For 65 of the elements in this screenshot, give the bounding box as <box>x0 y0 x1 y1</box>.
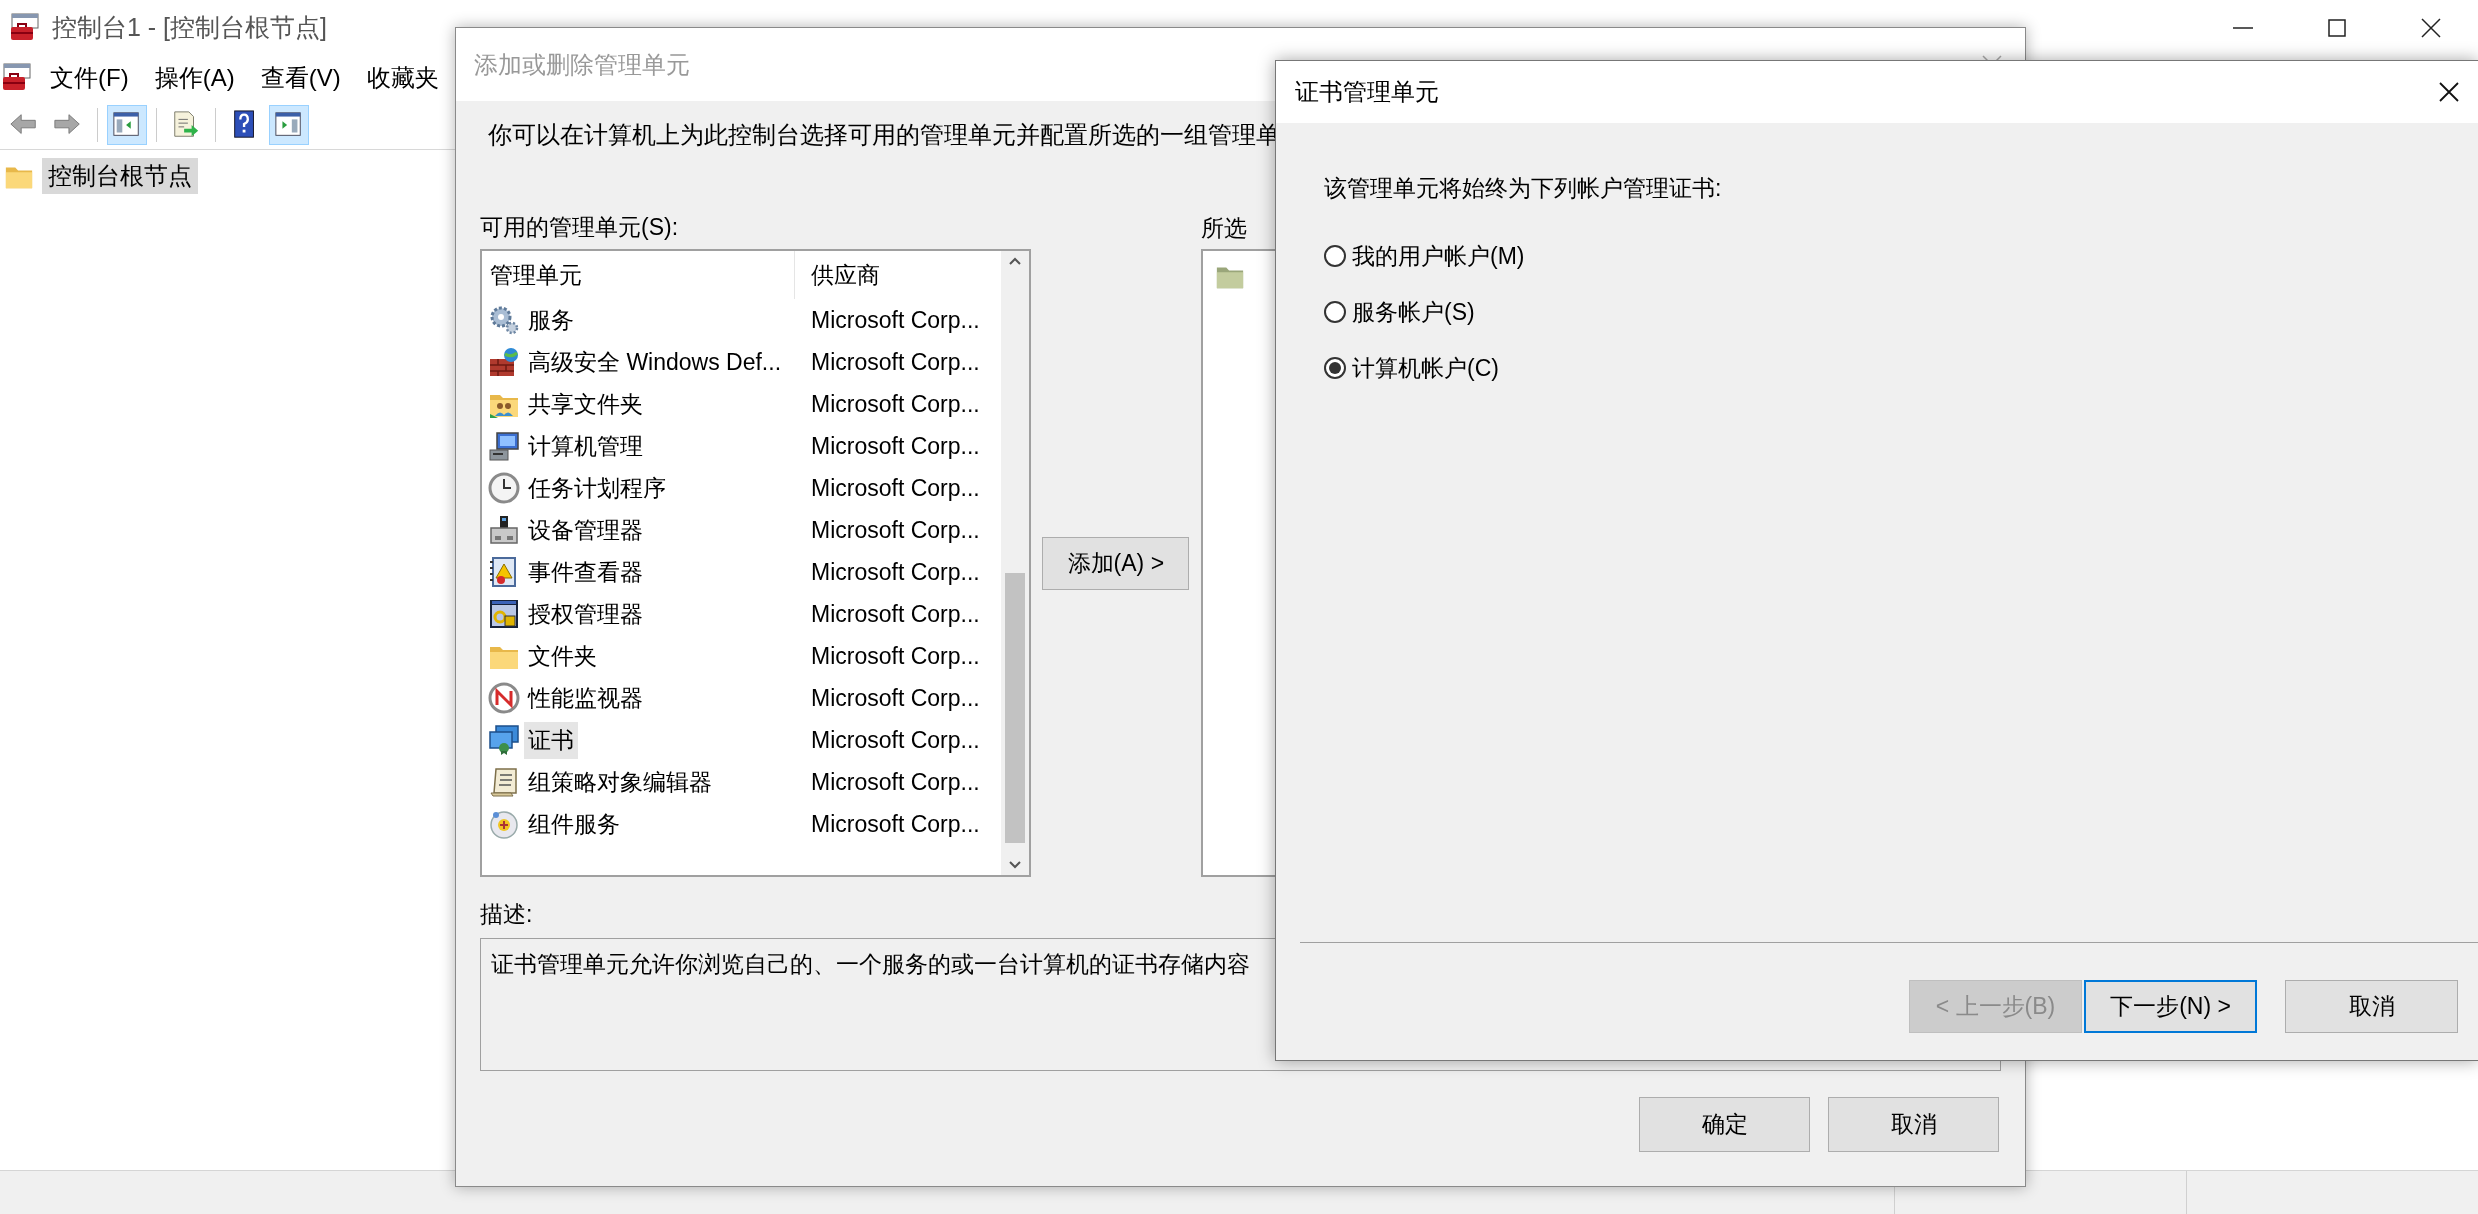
add-button[interactable]: 添加(A) > <box>1042 536 1190 590</box>
vendor-text: Microsoft Corp... <box>810 810 981 838</box>
wizard-button[interactable]: 下一步(N) > <box>2084 980 2257 1033</box>
radio-button[interactable] <box>1324 301 1346 323</box>
vendor-text: Microsoft Corp... <box>810 348 981 376</box>
vendor-text: Microsoft Corp... <box>810 390 981 418</box>
menu-item[interactable]: 查看(V) <box>250 57 351 98</box>
list-item[interactable]: 组策略对象编辑器 <box>524 763 716 801</box>
toolbar-button[interactable] <box>107 104 147 145</box>
device-icon <box>488 514 520 546</box>
list-item[interactable]: 性能监视器 <box>524 679 647 717</box>
list-label: 可用的管理单元(S): <box>480 213 679 242</box>
list-item[interactable]: 高级安全 Windows Def... <box>524 343 786 381</box>
column-header[interactable]: 供应商 <box>795 251 1001 299</box>
list-item[interactable]: 共享文件夹 <box>524 385 647 423</box>
dialog-button[interactable]: 取消 <box>1828 1097 1999 1152</box>
dialog-title: 证书管理单元 <box>1295 77 1439 107</box>
scroll-icon <box>488 766 520 798</box>
vendor-text: Microsoft Corp... <box>810 558 981 586</box>
column-header[interactable]: 管理单元 <box>482 251 795 299</box>
radio-label[interactable]: 我的用户帐户(M) <box>1352 240 1525 272</box>
prompt-text: 该管理单元将始终为下列帐户管理证书: <box>1324 174 1723 203</box>
brick-wall-icon <box>488 346 520 378</box>
document-arrow-icon <box>171 109 201 140</box>
vendor-text: Microsoft Corp... <box>810 306 981 334</box>
radio-button[interactable] <box>1324 245 1346 267</box>
description-label: 描述: <box>480 900 533 929</box>
vendor-text: Microsoft Corp... <box>810 726 981 754</box>
list-label: 所选 <box>1201 214 1248 243</box>
radio-label[interactable]: 计算机帐户(C) <box>1352 352 1499 384</box>
disc-icon <box>488 808 520 840</box>
window-title: 控制台1 - [控制台根节点] <box>52 12 327 43</box>
vendor-text: Microsoft Corp... <box>810 600 981 628</box>
dialog-button[interactable]: 确定 <box>1639 1097 1810 1152</box>
gear-icon <box>488 304 520 336</box>
menu-item[interactable]: 操作(A) <box>144 57 245 98</box>
window-lock-icon <box>488 598 520 630</box>
list-item[interactable]: 设备管理器 <box>524 511 647 549</box>
menu-item[interactable]: 收藏夹 <box>356 57 449 98</box>
vendor-text: Microsoft Corp... <box>810 474 981 502</box>
vendor-text: Microsoft Corp... <box>810 684 981 712</box>
list-item[interactable]: 组件服务 <box>524 805 624 843</box>
list-item[interactable]: 事件查看器 <box>524 553 647 591</box>
list-item[interactable]: 文件夹 <box>524 637 601 675</box>
list-item[interactable]: 证书 <box>524 721 578 759</box>
vendor-text: Microsoft Corp... <box>810 432 981 460</box>
vendor-text: Microsoft Corp... <box>810 642 981 670</box>
computer-icon <box>488 430 520 462</box>
clock-icon <box>488 472 520 504</box>
vendor-text: Microsoft Corp... <box>810 516 981 544</box>
dialog-title: 添加或删除管理单元 <box>474 49 690 80</box>
vendor-text: Microsoft Corp... <box>810 768 981 796</box>
certificate-icon <box>488 724 520 756</box>
gauge-icon <box>488 682 520 714</box>
list-item[interactable]: 服务 <box>524 301 578 339</box>
radio-label[interactable]: 服务帐户(S) <box>1352 296 1475 328</box>
list-item[interactable]: 任务计划程序 <box>524 469 670 507</box>
list-item[interactable]: 计算机管理 <box>524 427 647 465</box>
wizard-button[interactable]: 取消 <box>2285 980 2458 1033</box>
list-item[interactable]: 授权管理器 <box>524 595 647 633</box>
scrollbar[interactable] <box>1000 251 1029 875</box>
tree-item[interactable]: 控制台根节点 <box>42 158 198 194</box>
radio-button[interactable] <box>1324 357 1346 379</box>
menu-item[interactable]: 文件(F) <box>40 57 139 98</box>
toolbar-button[interactable] <box>269 104 309 145</box>
